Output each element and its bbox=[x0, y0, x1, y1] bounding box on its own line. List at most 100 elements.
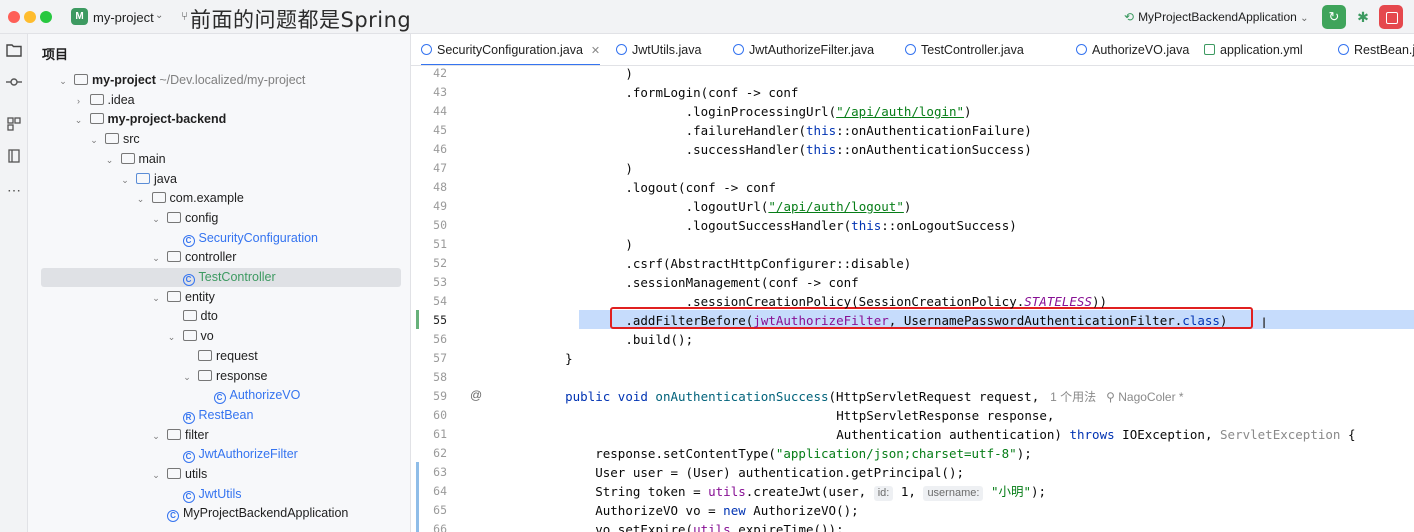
code-line[interactable]: } bbox=[565, 349, 573, 368]
chevron-down-icon[interactable]: ⌄ bbox=[120, 171, 130, 190]
code-line[interactable]: Authentication authentication) throws IO… bbox=[836, 425, 1355, 444]
tab-restbean-ja[interactable]: RestBean.ja bbox=[1338, 34, 1414, 65]
chevron-down-icon[interactable]: ⌄ bbox=[151, 427, 161, 446]
structure-icon[interactable] bbox=[4, 116, 24, 136]
tree-item-entity[interactable]: ⌄ entity bbox=[28, 288, 410, 308]
code-line[interactable]: .build(); bbox=[625, 330, 693, 349]
maximize-window-button[interactable] bbox=[40, 11, 52, 23]
tree-item-request[interactable]: request bbox=[28, 347, 410, 366]
tab-securityconfiguration-java[interactable]: SecurityConfiguration.java ✕ bbox=[421, 34, 601, 65]
tree-item-jwtutils[interactable]: C JwtUtils bbox=[28, 485, 410, 504]
code-token: .addFilterBefore( bbox=[625, 313, 754, 328]
chevron-down-icon[interactable]: ⌄ bbox=[151, 210, 161, 229]
debug-button[interactable]: ✱ bbox=[1352, 6, 1374, 28]
tree-item-com-example[interactable]: ⌄ com.example bbox=[28, 189, 410, 209]
code-line[interactable]: public void onAuthenticationSuccess(Http… bbox=[565, 387, 1184, 406]
close-icon[interactable]: ✕ bbox=[591, 45, 600, 57]
chevron-down-icon[interactable]: ⌄ bbox=[151, 466, 161, 485]
tab-jwtutils-java[interactable]: JwtUtils.java bbox=[616, 34, 701, 65]
code-line[interactable]: ) bbox=[625, 159, 633, 178]
tree-item-vo[interactable]: ⌄ vo bbox=[28, 327, 410, 347]
code-line[interactable]: .sessionManagement(conf -> conf bbox=[625, 273, 858, 292]
tab-application-yml[interactable]: application.yml bbox=[1204, 34, 1303, 65]
code-line[interactable]: .logoutSuccessHandler(this::onLogoutSucc… bbox=[686, 216, 1017, 235]
tree-item-my-project-backend[interactable]: ⌄ my-project-backend bbox=[28, 110, 410, 130]
stop-button[interactable] bbox=[1379, 5, 1403, 29]
chevron-down-icon[interactable]: ⌄ bbox=[151, 249, 161, 268]
code-line[interactable]: .logout(conf -> conf bbox=[625, 178, 776, 197]
tab-testcontroller-java[interactable]: TestController.java bbox=[905, 34, 1024, 65]
tree-item-restbean[interactable]: R RestBean bbox=[28, 406, 410, 425]
tree-item-main[interactable]: ⌄ main bbox=[28, 150, 410, 170]
override-icon[interactable]: @ bbox=[470, 388, 482, 402]
code-line[interactable]: String token = utils.createJwt(user, id:… bbox=[595, 482, 1046, 501]
code-line[interactable]: AuthorizeVO vo = new AuthorizeVO(); bbox=[595, 501, 858, 520]
tree-item-utils[interactable]: ⌄ utils bbox=[28, 465, 410, 485]
tree-item-response[interactable]: ⌄ response bbox=[28, 367, 410, 387]
folder-icon[interactable] bbox=[4, 42, 24, 62]
tree-item-myprojectbackendapplication[interactable]: C MyProjectBackendApplication bbox=[28, 504, 410, 523]
chevron-right-icon[interactable]: › bbox=[74, 92, 84, 111]
code-line[interactable]: ) bbox=[625, 66, 633, 83]
tree-item-controller[interactable]: ⌄ controller bbox=[28, 248, 410, 268]
code-token: AuthorizeVO vo = bbox=[595, 503, 724, 518]
code-token: IOException, bbox=[1122, 427, 1221, 442]
folder-icon bbox=[89, 113, 104, 125]
chevron-down-icon[interactable]: ⌄ bbox=[58, 72, 68, 91]
branch-icon[interactable]: ⑂ bbox=[181, 9, 188, 23]
code-editor[interactable]: @ I 42) 43 .formLogin(conf -> conf 44 .login… bbox=[411, 66, 1414, 532]
bookmarks-icon[interactable] bbox=[4, 148, 24, 168]
code-line[interactable]: HttpServletResponse response, bbox=[836, 406, 1054, 425]
tab-jwtauthorizefilter-java[interactable]: JwtAuthorizeFilter.java bbox=[733, 34, 874, 65]
code-token: response.setContentType( bbox=[595, 446, 776, 461]
chevron-down-icon[interactable]: ⌄ bbox=[182, 368, 192, 387]
code-line[interactable]: .csrf(AbstractHttpConfigurer::disable) bbox=[625, 254, 911, 273]
code-line[interactable]: .sessionCreationPolicy(SessionCreationPo… bbox=[686, 292, 1107, 311]
run-configuration-selector[interactable]: ⟲ MyProjectBackendApplication ⌄ bbox=[1124, 10, 1309, 24]
chevron-down-icon[interactable]: ⌄ bbox=[105, 151, 115, 170]
tree-item-securityconfiguration[interactable]: C SecurityConfiguration bbox=[28, 229, 410, 248]
code-line[interactable]: .successHandler(this::onAuthenticationSu… bbox=[686, 140, 1032, 159]
code-token: String token = bbox=[595, 484, 709, 499]
chevron-down-icon[interactable]: ⌄ bbox=[155, 10, 163, 21]
tree-item--idea[interactable]: › .idea bbox=[28, 91, 410, 111]
tab-authorizevo-java[interactable]: AuthorizeVO.java bbox=[1076, 34, 1189, 65]
chevron-down-icon[interactable]: ⌄ bbox=[151, 289, 161, 308]
code-line[interactable]: .failureHandler(this::onAuthenticationFa… bbox=[686, 121, 1032, 140]
code-line[interactable]: .loginProcessingUrl("/api/auth/login") bbox=[686, 102, 972, 121]
close-window-button[interactable] bbox=[8, 11, 20, 23]
chevron-down-icon[interactable]: ⌄ bbox=[74, 111, 84, 130]
rerun-button[interactable]: ↻ bbox=[1322, 5, 1346, 29]
chevron-down-icon[interactable]: ⌄ bbox=[89, 131, 99, 150]
code-line[interactable]: vo.setExpire(utils.expireTime()); bbox=[595, 520, 843, 532]
project-badge[interactable]: M bbox=[71, 8, 88, 25]
code-line[interactable]: .logoutUrl("/api/auth/logout") bbox=[686, 197, 912, 216]
line-number: 45 bbox=[433, 123, 447, 137]
line-number: 66 bbox=[433, 522, 447, 532]
code-token: this bbox=[806, 123, 837, 138]
tree-item-dto[interactable]: dto bbox=[28, 307, 410, 326]
code-line[interactable]: User user = (User) authentication.getPri… bbox=[595, 463, 964, 482]
tree-item-label: MyProjectBackendApplication bbox=[183, 506, 349, 521]
tree-item-my-project[interactable]: ⌄ my-project ~/Dev.localized/my-project bbox=[28, 71, 410, 91]
project-switcher[interactable]: my-project bbox=[93, 10, 154, 25]
tree-item-java[interactable]: ⌄ java bbox=[28, 170, 410, 190]
usage-inlay[interactable]: 1 个用法 ⚲ NagoColer * bbox=[1047, 390, 1184, 404]
tree-item-testcontroller[interactable]: C TestController bbox=[41, 268, 401, 287]
more-icon[interactable]: ⋯ bbox=[4, 180, 24, 200]
tree-item-config[interactable]: ⌄ config bbox=[28, 209, 410, 229]
tree-item-authorizevo[interactable]: C AuthorizeVO bbox=[28, 386, 410, 405]
chevron-down-icon[interactable]: ⌄ bbox=[136, 190, 146, 209]
minimize-window-button[interactable] bbox=[24, 11, 36, 23]
commit-icon[interactable] bbox=[4, 74, 24, 94]
code-token: .logout(conf -> conf bbox=[625, 180, 776, 195]
tree-item-jwtauthorizefilter[interactable]: C JwtAuthorizeFilter bbox=[28, 445, 410, 464]
code-line[interactable]: ) bbox=[625, 235, 633, 254]
chevron-down-icon[interactable]: ⌄ bbox=[167, 328, 177, 347]
tree-item-filter[interactable]: ⌄ filter bbox=[28, 426, 410, 446]
code-token: { bbox=[1340, 427, 1356, 442]
tree-item-src[interactable]: ⌄ src bbox=[28, 130, 410, 150]
code-line[interactable]: response.setContentType("application/jso… bbox=[595, 444, 1032, 463]
code-line[interactable]: .formLogin(conf -> conf bbox=[625, 83, 798, 102]
code-line[interactable]: .addFilterBefore(jwtAuthorizeFilter, Use… bbox=[625, 311, 1227, 330]
